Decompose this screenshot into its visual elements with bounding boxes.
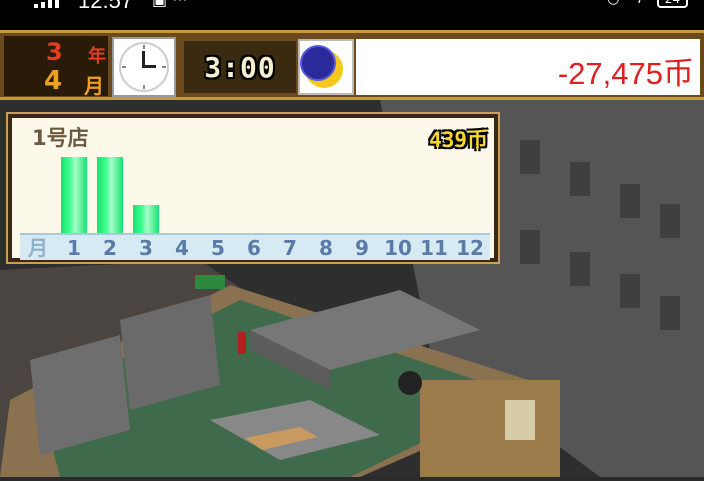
signal-icon [34, 0, 59, 8]
month-tick: 11 [420, 236, 448, 260]
sales-bar [61, 157, 87, 233]
sales-bar [133, 205, 159, 233]
month-tick: 2 [103, 236, 117, 260]
month-value: 4 [44, 66, 63, 96]
sales-bar [97, 157, 123, 233]
month-unit: 月 [84, 74, 104, 98]
funds-display: -27,475币 [356, 39, 700, 95]
month-tick: 7 [283, 236, 297, 260]
battery-icon: 24 [656, 0, 688, 8]
status-time: 12:57 [78, 0, 134, 13]
funds-value: -27,475币 [557, 56, 694, 91]
sales-chart: 1号店 439币 月 1 2 3 4 5 6 7 8 9 10 11 12 [12, 118, 494, 260]
year-unit: 年 [88, 46, 106, 67]
game-top-bar: 3 年 4 月 3:00 -27,475币 [0, 30, 704, 100]
month-axis: 月 1 2 3 4 5 6 7 8 9 10 11 12 [20, 233, 490, 260]
store-sales-panel[interactable]: 1号店 439币 月 1 2 3 4 5 6 7 8 9 10 11 12 [6, 112, 500, 264]
charging-icon: ϟ [633, 0, 642, 7]
month-tick: 1 [67, 236, 81, 260]
analog-clock-icon [112, 37, 176, 97]
notification-icons: ▣ ··· [152, 0, 187, 9]
month-tick: 12 [456, 236, 484, 260]
crescent-moon-icon [298, 39, 354, 95]
month-tick: 10 [384, 236, 412, 260]
wifi-icon: ◡ [607, 0, 619, 7]
month-tick: 9 [355, 236, 369, 260]
store-name: 1号店 [32, 126, 89, 150]
game-time: 3:00 [204, 51, 276, 84]
month-tick: 3 [139, 236, 153, 260]
status-bar: 12:57 ▣ ··· ◡ ϟ 24 [0, 0, 704, 30]
game-time-display: 3:00 [184, 41, 296, 93]
month-tick: 6 [247, 236, 261, 260]
month-axis-unit: 月 [28, 236, 48, 260]
month-tick: 8 [319, 236, 333, 260]
month-tick: 5 [211, 236, 225, 260]
date-display[interactable]: 3 年 4 月 [4, 36, 108, 98]
store-total: 439币 [429, 128, 488, 152]
month-tick: 4 [175, 236, 189, 260]
year-value: 3 [46, 38, 63, 66]
